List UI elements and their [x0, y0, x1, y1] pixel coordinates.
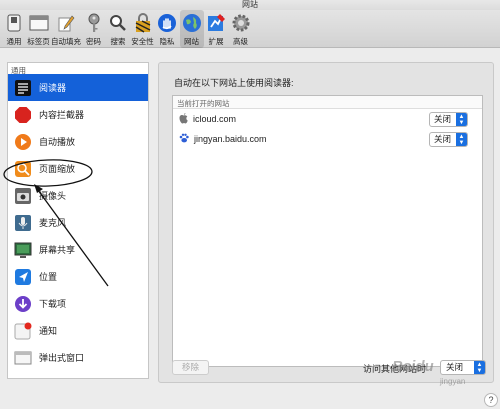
sidebar-item-screen-sharing[interactable]: 屏幕共享 — [8, 236, 148, 263]
sidebar-item-downloads[interactable]: 下载项 — [8, 290, 148, 317]
watermark-logo: Baidu — [392, 358, 434, 375]
sidebar-section-header: 通用 — [11, 66, 26, 75]
reader-settings-panel: 自动在以下网站上使用阅读器: 当前打开的网站 icloud.com 关闭 ▲ ▼ … — [158, 62, 494, 383]
toolbar-privacy[interactable]: 隐私 — [155, 10, 179, 48]
popup-value: 关闭 — [434, 134, 452, 144]
sidebar-item-label: 位置 — [39, 272, 58, 282]
stop-sign-icon — [13, 105, 33, 125]
sidebar-item-camera[interactable]: 摄像头 — [8, 182, 148, 209]
sidebar-item-label: 摄像头 — [39, 191, 67, 201]
zoom-icon — [13, 159, 33, 179]
tabs-icon — [28, 12, 50, 34]
puzzle-icon — [205, 12, 227, 34]
sidebar-item-autoplay[interactable]: 自动播放 — [8, 128, 148, 155]
popup-window-icon — [13, 348, 33, 368]
lock-icon — [132, 12, 154, 34]
watermark-subtext: jingyan — [440, 377, 466, 386]
sidebar-item-microphone[interactable]: 麦克风 — [8, 209, 148, 236]
pencil-icon — [55, 12, 77, 34]
toolbar-general[interactable]: 通用 — [2, 10, 26, 48]
microphone-icon — [13, 213, 33, 233]
gear-icon — [230, 12, 252, 34]
baidu-paw-icon — [179, 133, 189, 145]
list-header: 当前打开的网站 — [173, 96, 482, 109]
sidebar-item-label: 通知 — [39, 326, 58, 336]
panel-title: 自动在以下网站上使用阅读器: — [174, 78, 294, 88]
apple-icon — [179, 112, 188, 126]
other-sites-popup[interactable]: 关闭 ▲ ▼ — [440, 360, 486, 375]
sidebar-item-label: 麦克风 — [39, 218, 67, 228]
sidebar-item-location[interactable]: 位置 — [8, 263, 148, 290]
sidebar-item-label: 阅读器 — [39, 83, 67, 93]
remove-button[interactable]: 移除 — [172, 360, 209, 375]
sidebar-item-label: 弹出式窗口 — [39, 353, 85, 363]
toolbar-websites[interactable]: 网站 — [179, 10, 204, 48]
popup-value: 关闭 — [434, 114, 452, 124]
screen-share-icon — [13, 240, 33, 260]
switch-icon — [3, 12, 25, 34]
toolbar-advanced[interactable]: 高级 — [229, 10, 253, 48]
sidebar-item-notifications[interactable]: 通知 — [8, 317, 148, 344]
site-name: icloud.com — [193, 114, 237, 124]
globe-icon — [181, 12, 203, 34]
sidebar-item-label: 自动播放 — [39, 137, 76, 147]
notification-icon — [13, 321, 33, 341]
toolbar-search[interactable]: 搜索 — [106, 10, 130, 48]
camera-icon — [13, 186, 33, 206]
preferences-toolbar: 通用 标签页 自动填充 密码 搜索 安全性 隐私 网站 扩展 高级 — [0, 10, 500, 48]
sidebar-item-label: 下载项 — [39, 299, 67, 309]
site-setting-popup[interactable]: 关闭 ▲ ▼ — [429, 112, 468, 127]
sidebar-item-label: 屏幕共享 — [39, 245, 76, 255]
site-row[interactable]: icloud.com 关闭 ▲ ▼ — [173, 109, 482, 129]
magnifier-icon — [107, 12, 129, 34]
toolbar-extensions[interactable]: 扩展 — [204, 10, 228, 48]
site-setting-popup[interactable]: 关闭 ▲ ▼ — [429, 132, 468, 147]
settings-sidebar: 通用 阅读器 内容拦截器 自动播放 页面缩放 摄像头 麦克风 屏幕共享 位置 下… — [7, 62, 149, 379]
reader-icon — [13, 78, 33, 98]
sidebar-item-reader[interactable]: 阅读器 — [8, 74, 148, 101]
sidebar-item-label: 页面缩放 — [39, 164, 76, 174]
sidebar-item-content-blockers[interactable]: 内容拦截器 — [8, 101, 148, 128]
chevron-updown-icon: ▲ ▼ — [456, 133, 467, 146]
play-icon — [13, 132, 33, 152]
download-icon — [13, 294, 33, 314]
toolbar-autofill[interactable]: 自动填充 — [51, 10, 81, 48]
site-row[interactable]: jingyan.baidu.com 关闭 ▲ ▼ — [173, 129, 482, 149]
chevron-updown-icon: ▲ ▼ — [474, 361, 485, 374]
chevron-updown-icon: ▲ ▼ — [456, 113, 467, 126]
sites-list: 当前打开的网站 icloud.com 关闭 ▲ ▼ jingyan.baidu.c… — [172, 95, 483, 367]
help-button[interactable]: ? — [484, 393, 498, 407]
popup-value: 关闭 — [446, 362, 464, 372]
location-icon — [13, 267, 33, 287]
window-title: 网站 — [0, 0, 500, 10]
toolbar-tabs[interactable]: 标签页 — [27, 10, 51, 48]
sidebar-item-popup-windows[interactable]: 弹出式窗口 — [8, 344, 148, 371]
toolbar-security[interactable]: 安全性 — [131, 10, 155, 48]
key-icon — [83, 12, 105, 34]
sidebar-item-page-zoom[interactable]: 页面缩放 — [8, 155, 148, 182]
sidebar-item-label: 内容拦截器 — [39, 110, 85, 120]
toolbar-passwords[interactable]: 密码 — [82, 10, 106, 48]
hand-icon — [156, 12, 178, 34]
site-name: jingyan.baidu.com — [194, 134, 267, 144]
